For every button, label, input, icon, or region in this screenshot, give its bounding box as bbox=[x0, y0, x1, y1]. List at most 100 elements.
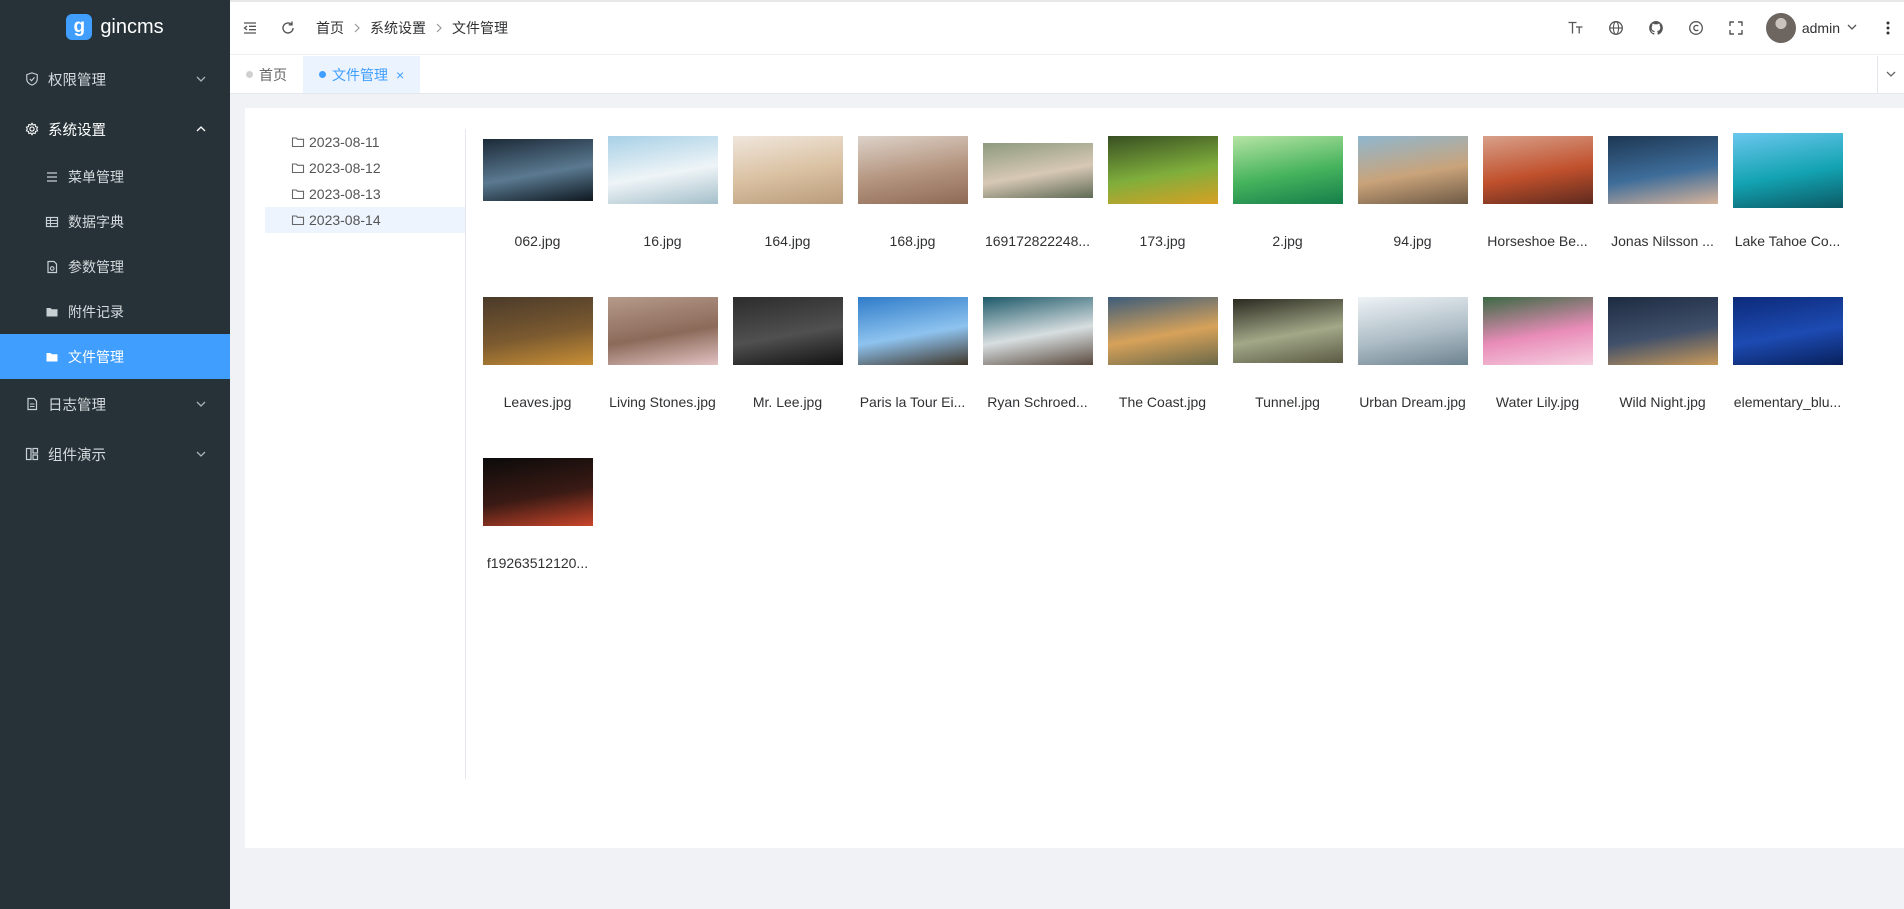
sidebar-item-parameter-management[interactable]: 参数管理 bbox=[0, 244, 230, 289]
file-thumbnail-image[interactable] bbox=[1232, 136, 1343, 204]
file-item[interactable]: 94.jpg bbox=[1357, 130, 1468, 249]
file-thumbnail-frame bbox=[1732, 291, 1843, 371]
log-icon bbox=[24, 396, 40, 412]
sidebar-item-file-management[interactable]: 文件管理 bbox=[0, 334, 230, 379]
chevron-down-icon bbox=[1846, 20, 1858, 36]
file-item[interactable]: 173.jpg bbox=[1107, 130, 1218, 249]
file-thumbnail-image[interactable] bbox=[1357, 297, 1468, 365]
file-item[interactable]: The Coast.jpg bbox=[1107, 291, 1218, 410]
file-thumbnail-image[interactable] bbox=[1607, 297, 1718, 365]
file-item[interactable]: Water Lily.jpg bbox=[1482, 291, 1593, 410]
file-thumbnail-image[interactable] bbox=[732, 297, 843, 365]
file-item[interactable]: 169172822248... bbox=[982, 130, 1093, 249]
file-item[interactable]: 164.jpg bbox=[732, 130, 843, 249]
globe-icon[interactable] bbox=[1606, 18, 1626, 38]
file-thumbnail-image[interactable] bbox=[857, 297, 968, 365]
file-item[interactable]: Jonas Nilsson ... bbox=[1607, 130, 1718, 249]
app-name: gincms bbox=[100, 15, 164, 38]
file-thumbnail-image[interactable] bbox=[1107, 297, 1218, 365]
file-thumbnail-image[interactable] bbox=[1482, 136, 1593, 204]
more-vertical-icon[interactable] bbox=[1878, 18, 1898, 38]
tab-label: 首页 bbox=[259, 66, 287, 83]
tabs-more-dropdown[interactable] bbox=[1877, 56, 1904, 93]
file-thumbnail-image[interactable] bbox=[1732, 132, 1843, 208]
menu-item-system-settings[interactable]: 系统设置 bbox=[0, 104, 230, 154]
file-name: Wild Night.jpg bbox=[1619, 394, 1706, 410]
file-item[interactable]: 16.jpg bbox=[607, 130, 718, 249]
sidebar-item-menu-management[interactable]: 菜单管理 bbox=[0, 154, 230, 199]
file-item[interactable]: Leaves.jpg bbox=[482, 291, 593, 410]
file-thumbnail-image[interactable] bbox=[482, 458, 593, 526]
font-size-icon[interactable] bbox=[1566, 18, 1586, 38]
tree-folder-selected[interactable]: 2023-08-14 bbox=[265, 207, 465, 233]
menu-item-component-demo[interactable]: 组件演示 bbox=[0, 429, 230, 479]
file-thumbnail-image[interactable] bbox=[1607, 136, 1718, 204]
sidebar-item-attachment-records[interactable]: 附件记录 bbox=[0, 289, 230, 334]
file-thumbnail-image[interactable] bbox=[982, 142, 1093, 198]
file-item[interactable]: 168.jpg bbox=[857, 130, 968, 249]
file-item[interactable]: elementary_blu... bbox=[1732, 291, 1843, 410]
tree-folder[interactable]: 2023-08-12 bbox=[265, 155, 465, 181]
file-thumbnail-image[interactable] bbox=[1482, 297, 1593, 365]
chevron-right-icon bbox=[434, 21, 444, 36]
file-item[interactable]: f19263512120... bbox=[482, 452, 593, 571]
file-thumbnail-image[interactable] bbox=[1357, 136, 1468, 204]
file-thumbnail-image[interactable] bbox=[857, 136, 968, 204]
file-thumbnail-frame bbox=[1107, 130, 1218, 210]
tree-folder-label: 2023-08-12 bbox=[309, 160, 381, 176]
tree-folder[interactable]: 2023-08-13 bbox=[265, 181, 465, 207]
file-thumbnail-image[interactable] bbox=[1732, 297, 1843, 365]
components-icon bbox=[24, 446, 40, 462]
file-thumbnail-image[interactable] bbox=[482, 297, 593, 365]
tree-folder[interactable]: 2023-08-11 bbox=[265, 129, 465, 155]
logo-icon: g bbox=[66, 14, 93, 40]
file-thumbnail-image[interactable] bbox=[607, 136, 718, 204]
breadcrumb-item[interactable]: 首页 bbox=[316, 18, 344, 38]
refresh-icon[interactable] bbox=[278, 18, 298, 38]
file-name: f19263512120... bbox=[486, 555, 589, 571]
file-item[interactable]: Tunnel.jpg bbox=[1232, 291, 1343, 410]
close-icon[interactable]: × bbox=[396, 67, 404, 83]
file-item[interactable]: Ryan Schroed... bbox=[982, 291, 1093, 410]
sidebar-item-data-dictionary[interactable]: 数据字典 bbox=[0, 199, 230, 244]
file-item[interactable]: Mr. Lee.jpg bbox=[732, 291, 843, 410]
tab-file-management[interactable]: 文件管理 × bbox=[303, 56, 421, 93]
file-item[interactable]: Wild Night.jpg bbox=[1607, 291, 1718, 410]
file-thumbnail-image[interactable] bbox=[1107, 136, 1218, 204]
file-name: Leaves.jpg bbox=[503, 394, 572, 410]
menu-item-label: 组件演示 bbox=[48, 447, 106, 464]
file-item[interactable]: 2.jpg bbox=[1232, 130, 1343, 249]
file-name: 16.jpg bbox=[643, 233, 682, 249]
file-item[interactable]: Urban Dream.jpg bbox=[1357, 291, 1468, 410]
folder-outline-icon bbox=[291, 161, 305, 175]
file-name: elementary_blu... bbox=[1733, 394, 1842, 410]
sidebar-item-label: 数据字典 bbox=[68, 213, 124, 230]
menu-item-permissions[interactable]: 权限管理 bbox=[0, 54, 230, 104]
breadcrumb: 首页 系统设置 文件管理 bbox=[316, 18, 508, 38]
file-thumbnail-image[interactable] bbox=[607, 297, 718, 365]
breadcrumb-item[interactable]: 系统设置 bbox=[370, 18, 426, 38]
logo[interactable]: g gincms bbox=[0, 0, 230, 54]
chevron-right-icon bbox=[352, 21, 362, 36]
copyright-icon[interactable] bbox=[1686, 18, 1706, 38]
file-item[interactable]: Lake Tahoe Co... bbox=[1732, 130, 1843, 249]
file-item[interactable]: Horseshoe Be... bbox=[1482, 130, 1593, 249]
file-item[interactable]: 062.jpg bbox=[482, 130, 593, 249]
file-item[interactable]: Living Stones.jpg bbox=[607, 291, 718, 410]
menu-item-log-management[interactable]: 日志管理 bbox=[0, 379, 230, 429]
file-thumbnail-frame bbox=[732, 130, 843, 210]
user-menu[interactable]: admin bbox=[1765, 13, 1858, 43]
file-thumbnail-image[interactable] bbox=[982, 297, 1093, 365]
file-thumbnail-image[interactable] bbox=[1232, 299, 1343, 363]
file-thumbnail-image[interactable] bbox=[732, 136, 843, 204]
github-icon[interactable] bbox=[1646, 18, 1666, 38]
file-name: Ryan Schroed... bbox=[987, 394, 1088, 410]
file-thumbnail-image[interactable] bbox=[482, 139, 593, 201]
shield-icon bbox=[24, 71, 40, 87]
tab-home[interactable]: 首页 bbox=[230, 56, 303, 93]
fullscreen-icon[interactable] bbox=[1726, 18, 1746, 38]
menu-item-label: 系统设置 bbox=[48, 122, 106, 139]
file-name: Horseshoe Be... bbox=[1487, 233, 1588, 249]
file-item[interactable]: Paris la Tour Ei... bbox=[857, 291, 968, 410]
collapse-sidebar-icon[interactable] bbox=[240, 18, 260, 38]
